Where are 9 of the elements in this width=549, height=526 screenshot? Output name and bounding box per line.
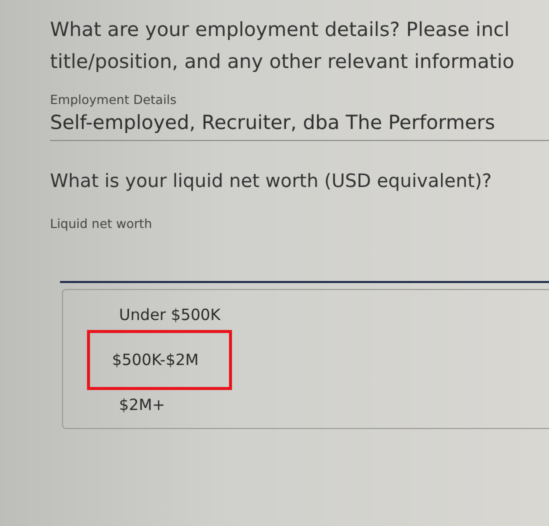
menu-option[interactable]: $500K-$2M	[87, 330, 232, 390]
question-text: title/position, and any other relevant informatio	[50, 49, 516, 75]
menu-option[interactable]: Under $500K	[87, 306, 220, 324]
field-label: Liquid net worth	[50, 216, 153, 231]
field-label: Employment Details	[50, 92, 178, 107]
question-text: What is your liquid net worth (USD equivalent)?	[50, 171, 493, 192]
input-field[interactable]: Self-employed, Recruiter, dba The Performers	[50, 111, 549, 141]
menu-option[interactable]: $2M+	[87, 396, 166, 414]
question-text: What are your employment details? Please incl	[50, 17, 511, 43]
